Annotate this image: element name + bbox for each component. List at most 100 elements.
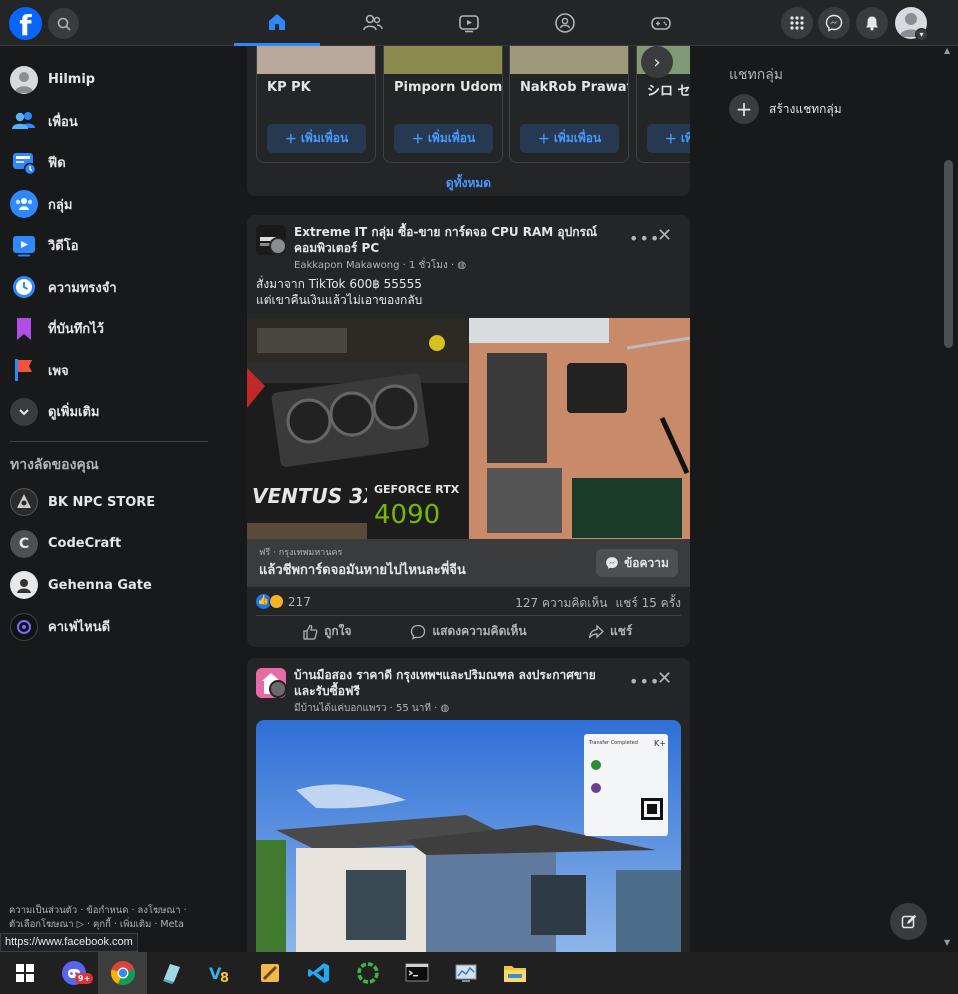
post-meta-text: Eakkapon Makawong · 1 ชั่วโมง · [294, 260, 455, 271]
account-chevron-icon[interactable]: ▾ [915, 28, 928, 41]
vscode-icon [307, 963, 329, 983]
globe-icon: ◍ [440, 703, 450, 714]
person-name[interactable]: NakRob Prawat [510, 74, 628, 101]
sidebar-item-video[interactable]: วิดีโอ [0, 225, 220, 267]
post-text-line: แต่เขาคืนเงินแล้วไม่เอาของกลับ [256, 293, 423, 307]
person-name[interactable]: シロ セ [637, 74, 690, 105]
sidebar-item-label: Hilmip [48, 72, 96, 88]
taskbar-app[interactable] [147, 952, 196, 994]
sidebar-item-feed[interactable]: ฟีด [0, 142, 220, 184]
plus-icon: + [729, 94, 759, 124]
nav-friends[interactable] [330, 0, 416, 46]
slip-title: Transfer Completed [588, 740, 638, 746]
footer-line[interactable]: ตัวเลือกโฆษณา ▷ · คุกกี้ · เพิ่มเติม · M… [9, 918, 214, 932]
facebook-logo[interactable]: f [9, 7, 42, 40]
sidebar-item-label: เพื่อน [48, 114, 78, 130]
taskbar-app[interactable] [245, 952, 294, 994]
shortcut-codecraft[interactable]: C CodeCraft [0, 523, 220, 565]
scroll-down-arrow-icon[interactable]: ▼ [944, 938, 950, 947]
sidebar-item-see-more[interactable]: ดูเพิ่มเติม [0, 391, 220, 433]
post-meta[interactable]: Eakkapon Makawong · 1 ชั่วโมง · ◍ [294, 258, 466, 273]
add-friend-icon: ＋ [537, 132, 550, 146]
nav-home[interactable] [234, 0, 320, 46]
see-all-link[interactable]: ดูทั้งหมด [247, 174, 690, 193]
post-group-title[interactable]: Extreme IT กลุ่ม ซื้อ-ขาย การ์ดจอ CPU RA… [294, 224, 614, 256]
close-icon[interactable]: ✕ [657, 225, 672, 246]
reactions-summary[interactable]: 👍 217 [256, 594, 311, 609]
shortcut-bk-npc-store[interactable]: BK NPC STORE [0, 482, 220, 524]
shortcut-cafe[interactable]: คาเฟ่ไหนดี [0, 606, 220, 648]
add-friend-button[interactable]: ＋เพิ่มเพื่อน [394, 124, 493, 153]
listing-title[interactable]: แล้วชีพการ์ดจอมันหายไปไหนละพี่จีน [259, 559, 466, 580]
taskbar-app[interactable] [343, 952, 392, 994]
notifications-button[interactable] [856, 7, 888, 39]
add-friend-button[interactable]: ＋เพิ่มเพื่อน [647, 124, 690, 153]
taskbar-app[interactable] [441, 952, 490, 994]
sidebar-item-memories[interactable]: ความทรงจำ [0, 267, 220, 309]
sidebar-item-profile[interactable]: Hilmip [0, 59, 220, 101]
feed-icon [10, 149, 38, 177]
shortcut-gehenna-gate[interactable]: Gehenna Gate [0, 565, 220, 607]
post-image[interactable]: Transfer Completed K+ [256, 720, 681, 958]
marketplace-listing-bar[interactable]: ฟรี · กรุงเทพมหานคร แล้วชีพการ์ดจอมันหาย… [247, 539, 690, 587]
saved-icon [10, 315, 38, 343]
person-name[interactable]: KP PK [257, 74, 375, 101]
friend-suggestion-card[interactable]: Pimporn Udomc ＋เพิ่มเพื่อน [383, 46, 503, 163]
like-button[interactable]: ถูกใจ [256, 616, 398, 647]
friend-suggestion-card[interactable]: KP PK ＋เพิ่มเพื่อน [256, 46, 376, 163]
new-message-button[interactable] [890, 903, 927, 940]
post-meta[interactable]: มีบ้านได้แค่บอกแพรว · 55 นาที · ◍ [294, 701, 449, 716]
footer-line[interactable]: ความเป็นส่วนตัว · ข้อกำหนด · ลงโฆษณา · [9, 904, 214, 918]
add-friend-button[interactable]: ＋เพิ่มเพื่อน [520, 124, 619, 153]
comments-count[interactable]: 127 ความคิดเห็น [515, 594, 607, 613]
messenger-button[interactable] [818, 7, 850, 39]
user-avatar[interactable] [269, 237, 287, 255]
friend-suggestion-card[interactable]: NakRob Prawat ＋เพิ่มเพื่อน [509, 46, 629, 163]
scroll-up-arrow-icon[interactable]: ▲ [944, 46, 950, 55]
nav-gaming[interactable] [618, 0, 704, 46]
more-options-icon[interactable]: ••• [629, 229, 660, 248]
feed-post: Extreme IT กลุ่ม ซื้อ-ขาย การ์ดจอ CPU RA… [247, 215, 690, 647]
shares-count[interactable]: แชร์ 15 ครั้ง [615, 594, 681, 613]
close-icon[interactable]: ✕ [657, 668, 672, 689]
app-icon [356, 962, 379, 984]
search-button[interactable] [48, 8, 79, 39]
person-name[interactable]: Pimporn Udomc [384, 74, 502, 101]
taskbar-terminal[interactable] [392, 952, 441, 994]
windows-start-button[interactable] [0, 952, 49, 994]
friends-icon [10, 107, 38, 135]
taskbar-vscode[interactable] [294, 952, 343, 994]
taskbar-file-explorer[interactable] [490, 952, 539, 994]
gaming-icon [651, 17, 671, 30]
taskbar-discord[interactable]: 9+ [49, 952, 98, 994]
share-label: แชร์ [610, 624, 633, 638]
taskbar-visual-studio[interactable]: V8 [196, 952, 245, 994]
page-scrollbar[interactable]: ▲ ▼ [940, 46, 958, 952]
scrollbar-thumb[interactable] [944, 160, 953, 348]
more-options-icon[interactable]: ••• [629, 672, 660, 691]
post-group-title[interactable]: บ้านมือสอง ราคาดี กรุงเทพฯและปริมณฑล ลงป… [294, 667, 614, 699]
sidebar-item-pages[interactable]: เพจ [0, 350, 220, 392]
nav-groups[interactable] [522, 0, 608, 46]
sidebar-item-saved[interactable]: ที่บันทึกไว้ [0, 308, 220, 350]
add-friend-button[interactable]: ＋เพิ่มเพื่อน [267, 124, 366, 153]
sidebar-item-groups[interactable]: กลุ่ม [0, 184, 220, 226]
taskbar-chrome[interactable] [98, 952, 147, 994]
globe-icon: ◍ [457, 260, 467, 271]
comment-button[interactable]: แสดงความคิดเห็น [398, 616, 540, 647]
share-button[interactable]: แชร์ [539, 616, 681, 647]
listing-location: ฟรี · กรุงเทพมหานคร [259, 548, 343, 558]
profile-avatar [10, 65, 38, 94]
windows-start-icon [15, 964, 34, 982]
sidebar-divider [10, 440, 208, 442]
footer-links[interactable]: ความเป็นส่วนตัว · ข้อกำหนด · ลงโฆษณา · ต… [9, 904, 214, 932]
nav-watch[interactable] [426, 0, 512, 46]
post-header: Extreme IT กลุ่ม ซื้อ-ขาย การ์ดจอ CPU RA… [247, 215, 690, 279]
post-image[interactable]: VENTUS 3X GEFORCE RTX 4090 [247, 318, 690, 539]
sidebar-item-friends[interactable]: เพื่อน [0, 101, 220, 143]
next-arrow-button[interactable]: › [641, 46, 673, 78]
message-button[interactable]: ข้อความ [596, 549, 678, 577]
user-avatar[interactable] [269, 680, 287, 698]
menu-button[interactable] [781, 7, 813, 39]
create-group-chat[interactable]: + สร้างแชทกลุ่ม [729, 94, 842, 124]
